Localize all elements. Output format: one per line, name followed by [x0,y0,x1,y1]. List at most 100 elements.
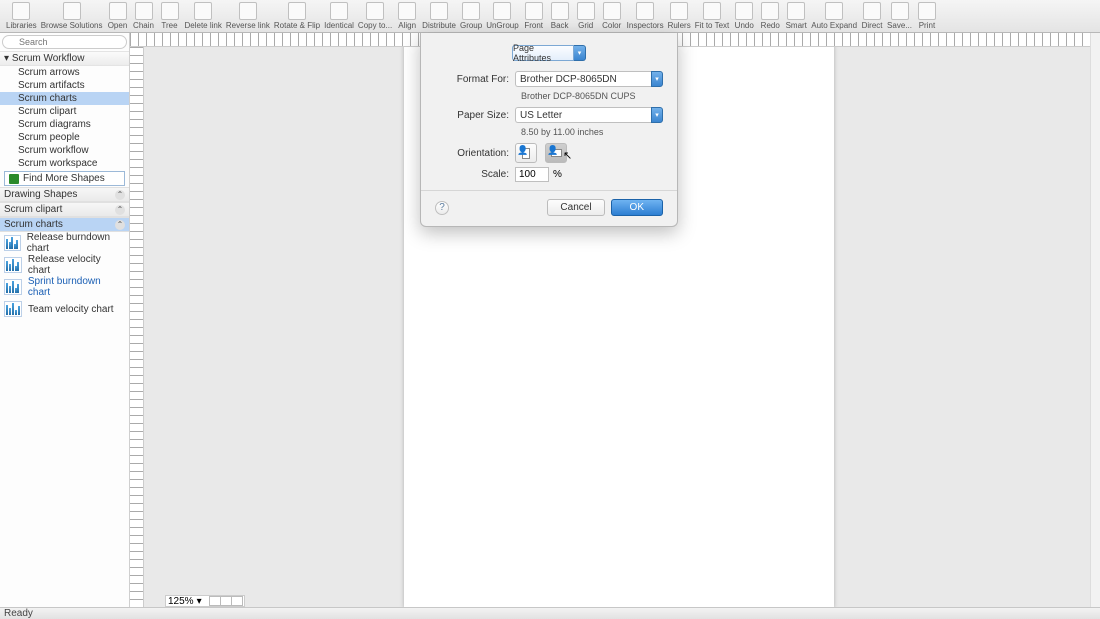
scrollbar-vertical[interactable] [1090,33,1100,607]
toolbar-ungroup[interactable]: UnGroup [486,2,518,30]
orientation-portrait[interactable]: 👤 [515,143,537,163]
tool-icon [670,2,688,20]
sidebar-item-scrum-workflow[interactable]: Scrum workflow [0,144,129,157]
sidebar-item-scrum-arrows[interactable]: Scrum arrows [0,66,129,79]
tool-icon [735,2,753,20]
tool-icon [288,2,306,20]
tool-icon [161,2,179,20]
zoom-control[interactable]: 125% ▾ [165,595,245,607]
tool-icon [577,2,595,20]
shape-release-velocity-chart[interactable]: Release velocity chart [0,254,129,276]
tool-icon [330,2,348,20]
paper-size-label: Paper Size: [435,110,515,121]
tool-icon [703,2,721,20]
toolbar-delete-link[interactable]: Delete link [185,2,222,30]
shape-sprint-burndown-chart[interactable]: Sprint burndown chart [0,276,129,298]
toolbar-reverse-link[interactable]: Reverse link [226,2,270,30]
tool-icon [636,2,654,20]
format-for-select[interactable]: Brother DCP-8065DN ▾ [515,71,663,87]
disclosure-icon: ⌃ [115,205,125,215]
category-drawing-shapes[interactable]: Drawing Shapes⌃ [0,187,129,202]
chevron-down-icon: ▾ [574,45,586,61]
person-icon: 👤 [517,145,528,156]
tool-icon [239,2,257,20]
shape-team-velocity-chart[interactable]: Team velocity chart [0,298,129,320]
paper-dimensions: 8.50 by 11.00 inches [521,127,663,137]
category-scrum-clipart[interactable]: Scrum clipart⌃ [0,202,129,217]
toolbar-align[interactable]: Align [396,2,418,30]
toolbar-rulers[interactable]: Rulers [668,2,691,30]
tool-icon [63,2,81,20]
toolbar-grid[interactable]: Grid [575,2,597,30]
disclosure-icon: ⌃ [115,190,125,200]
format-for-label: Format For: [435,74,515,85]
orientation-landscape[interactable]: 👤 ↖ [545,143,567,163]
tree-header[interactable]: ▾ Scrum Workflow [0,51,129,66]
tool-icon [863,2,881,20]
toolbar-rotate-flip[interactable]: Rotate & Flip [274,2,320,30]
status-bar: Ready [0,607,1100,619]
sidebar-item-scrum-diagrams[interactable]: Scrum diagrams [0,118,129,131]
toolbar-redo[interactable]: Redo [759,2,781,30]
toolbar-open[interactable]: Open [107,2,129,30]
tool-icon [603,2,621,20]
tool-icon [891,2,909,20]
toolbar-auto-expand[interactable]: Auto Expand [811,2,857,30]
toolbar-smart[interactable]: Smart [785,2,807,30]
toolbar-distribute[interactable]: Distribute [422,2,456,30]
orientation-label: Orientation: [435,148,515,159]
toolbar-identical[interactable]: Identical [324,2,354,30]
page-attributes-dropdown[interactable]: Page Attributes ▾ [512,45,586,61]
scale-input[interactable] [515,167,549,182]
toolbar-chain[interactable]: Chain [133,2,155,30]
cancel-button[interactable]: Cancel [547,199,604,216]
tool-icon [398,2,416,20]
toolbar-tree[interactable]: Tree [159,2,181,30]
chevron-down-icon: ▾ [651,71,663,87]
shape-release-burndown-chart[interactable]: Release burndown chart [0,232,129,254]
tool-icon [918,2,936,20]
tool-icon [787,2,805,20]
toolbar-group[interactable]: Group [460,2,482,30]
find-more-shapes[interactable]: Find More Shapes [4,171,125,186]
toolbar-browse-solutions[interactable]: Browse Solutions [41,2,103,30]
toolbar-save-[interactable]: Save... [887,2,912,30]
scale-percent: % [553,169,562,180]
toolbar-front[interactable]: Front [523,2,545,30]
ok-button[interactable]: OK [611,199,663,216]
tool-icon [761,2,779,20]
toolbar-fit-to-text[interactable]: Fit to Text [695,2,730,30]
printer-subtext: Brother DCP-8065DN CUPS [521,91,663,101]
sidebar-item-scrum-artifacts[interactable]: Scrum artifacts [0,79,129,92]
toolbar-copy-to-[interactable]: Copy to... [358,2,392,30]
tool-icon [551,2,569,20]
sidebar-item-scrum-clipart[interactable]: Scrum clipart [0,105,129,118]
tool-icon [825,2,843,20]
chevron-down-icon: ▾ [651,107,663,123]
sidebar: ▾ Scrum Workflow Scrum arrowsScrum artif… [0,33,130,607]
toolbar-direct[interactable]: Direct [861,2,883,30]
disclosure-icon: ⌃ [115,220,125,230]
tool-icon [366,2,384,20]
page-tabs[interactable] [209,596,242,606]
category-scrum-charts[interactable]: Scrum charts⌃ [0,217,129,232]
tool-icon [430,2,448,20]
mouse-cursor: ↖ [563,149,572,162]
search-input[interactable] [2,35,127,49]
toolbar-color[interactable]: Color [601,2,623,30]
toolbar-libraries[interactable]: Libraries [6,2,37,30]
help-button[interactable]: ? [435,201,449,215]
toolbar-back[interactable]: Back [549,2,571,30]
paper-size-select[interactable]: US Letter ▾ [515,107,663,123]
sidebar-item-scrum-charts[interactable]: Scrum charts [0,92,129,105]
toolbar-print[interactable]: Print [916,2,938,30]
chart-icon [4,235,21,251]
tool-icon [12,2,30,20]
sidebar-item-scrum-workspace[interactable]: Scrum workspace [0,157,129,170]
chart-icon [4,301,22,317]
toolbar-undo[interactable]: Undo [733,2,755,30]
scale-label: Scale: [435,169,515,180]
toolbar-inspectors[interactable]: Inspectors [627,2,664,30]
chart-icon [4,279,22,295]
sidebar-item-scrum-people[interactable]: Scrum people [0,131,129,144]
